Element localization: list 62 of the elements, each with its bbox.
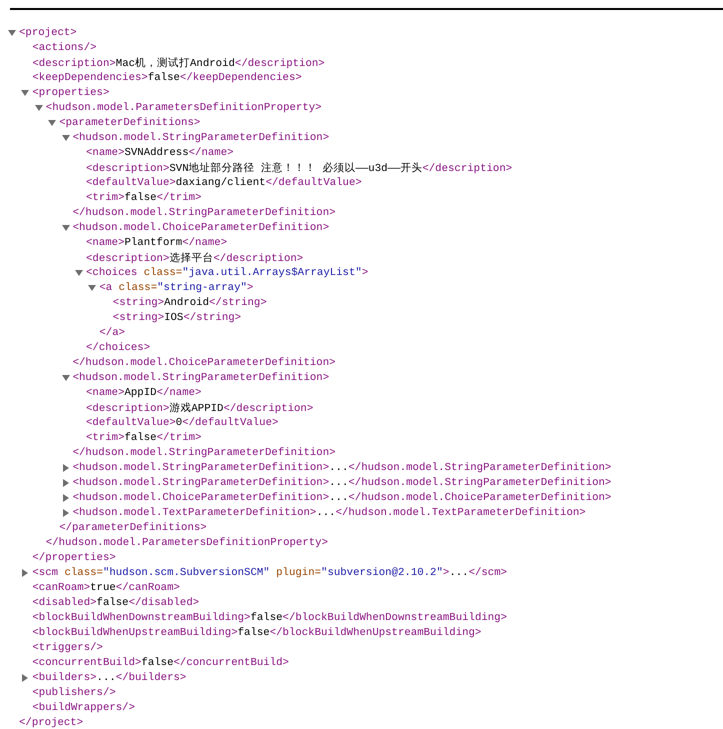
toggle-triangle-icon[interactable] <box>48 118 56 126</box>
toggle-triangle-icon[interactable] <box>62 478 70 486</box>
xml-line: <hudson.model.ParametersDefinitionProperty> <box>46 102 322 114</box>
toggle-triangle-icon[interactable] <box>75 268 83 276</box>
xml-line: <a class="string-array"> <box>99 282 254 294</box>
xml-line: <disabled>false</disabled> <box>32 596 200 608</box>
xml-line: <properties> <box>32 86 110 98</box>
xml-line: <hudson.model.ChoiceParameterDefinition>...</hudson.model.ChoiceParameterDefinition> <box>72 492 612 504</box>
xml-line: <hudson.model.StringParameterDefinition>...</hudson.model.StringParameterDefinition> <box>72 462 612 474</box>
xml-line: </properties> <box>32 552 116 564</box>
xml-line: <parameterDefinitions> <box>59 116 200 128</box>
xml-line: <hudson.model.TextParameterDefinition>...</hudson.model.TextParameterDefinition> <box>72 506 586 518</box>
xml-line: </a> <box>99 326 126 338</box>
xml-line: <hudson.model.StringParameterDefinition> <box>72 132 330 144</box>
xml-line: </hudson.model.ParametersDefinitionProperty> <box>46 536 328 548</box>
xml-line: <string>IOS</string> <box>112 312 242 324</box>
toggle-triangle-icon[interactable] <box>62 224 70 232</box>
xml-line: </parameterDefinitions> <box>59 522 207 534</box>
xml-line: <triggers/> <box>32 642 103 654</box>
xml-line: <hudson.model.StringParameterDefinition>...</hudson.model.StringParameterDefinition> <box>72 476 612 488</box>
toggle-triangle-icon[interactable] <box>21 88 30 96</box>
xml-line: <description>SVN地址部分路径 注意！！！ 必须以——u3d——开头</description> <box>86 161 512 174</box>
xml-line: <name>SVNAddress</name> <box>86 146 234 158</box>
xml-line: <description>Mac机，测试打Android</description> <box>32 56 325 70</box>
xml-line: <scm class="hudson.scm.SubversionSCM" plugin="subversion@2.10.2">...</scm> <box>32 566 508 578</box>
toggle-triangle-icon[interactable] <box>21 674 30 682</box>
toggle-triangle-icon[interactable] <box>21 568 30 576</box>
toggle-triangle-icon[interactable] <box>62 134 70 142</box>
xml-line: <keepDependencies>false</keepDependencies> <box>32 72 302 84</box>
xml-line: <defaultValue>0</defaultValue> <box>86 416 278 428</box>
xml-line: <buildWrappers/> <box>32 702 136 714</box>
xml-line: </project> <box>19 716 84 728</box>
xml-line: <description>游戏APPID</description> <box>86 401 314 414</box>
xml-line: <hudson.model.ChoiceParameterDefinition> <box>72 222 330 234</box>
xml-line: <name>Plantform</name> <box>86 236 228 248</box>
xml-line: <description>选择平台</description> <box>86 251 304 264</box>
xml-line: <actions/> <box>32 42 97 54</box>
xml-line: <blockBuildWhenUpstreamBuilding>false</blockBuildWhenUpstreamBuilding> <box>32 626 482 638</box>
xml-line: <canRoam>true</canRoam> <box>32 582 180 594</box>
xml-line: </hudson.model.ChoiceParameterDefinition> <box>72 356 336 368</box>
xml-line: <trim>false</trim> <box>86 192 202 204</box>
xml-line: <blockBuildWhenDownstreamBuilding>false</blockBuildWhenDownstreamBuilding> <box>32 612 508 624</box>
xml-line: <name>AppID</name> <box>86 386 202 398</box>
toggle-triangle-icon[interactable] <box>62 494 70 502</box>
xml-line: </hudson.model.StringParameterDefinition> <box>72 206 336 218</box>
xml-line: <trim>false</trim> <box>86 432 202 444</box>
toggle-triangle-icon[interactable] <box>88 284 96 292</box>
xml-line: </hudson.model.StringParameterDefinition> <box>72 446 336 458</box>
xml-line: <publishers/> <box>32 686 116 698</box>
toggle-triangle-icon[interactable] <box>62 508 70 516</box>
toggle-triangle-icon[interactable] <box>34 104 43 112</box>
toggle-triangle-icon[interactable] <box>8 28 16 36</box>
xml-line: <string>Android</string> <box>112 296 267 308</box>
toggle-triangle-icon[interactable] <box>62 374 70 382</box>
xml-line: <builders>...</builders> <box>32 672 186 684</box>
xml-line: <concurrentBuild>false</concurrentBuild> <box>32 656 289 668</box>
toggle-triangle-icon[interactable] <box>62 464 70 472</box>
xml-line: </choices> <box>86 342 150 354</box>
xml-line: <defaultValue>daxiang/client</defaultValue> <box>86 176 362 188</box>
xml-line: <project> <box>19 26 77 38</box>
xml-line: <hudson.model.StringParameterDefinition> <box>72 372 330 384</box>
xml-line: <choices class="java.util.Arrays$ArrayList"> <box>86 266 368 278</box>
